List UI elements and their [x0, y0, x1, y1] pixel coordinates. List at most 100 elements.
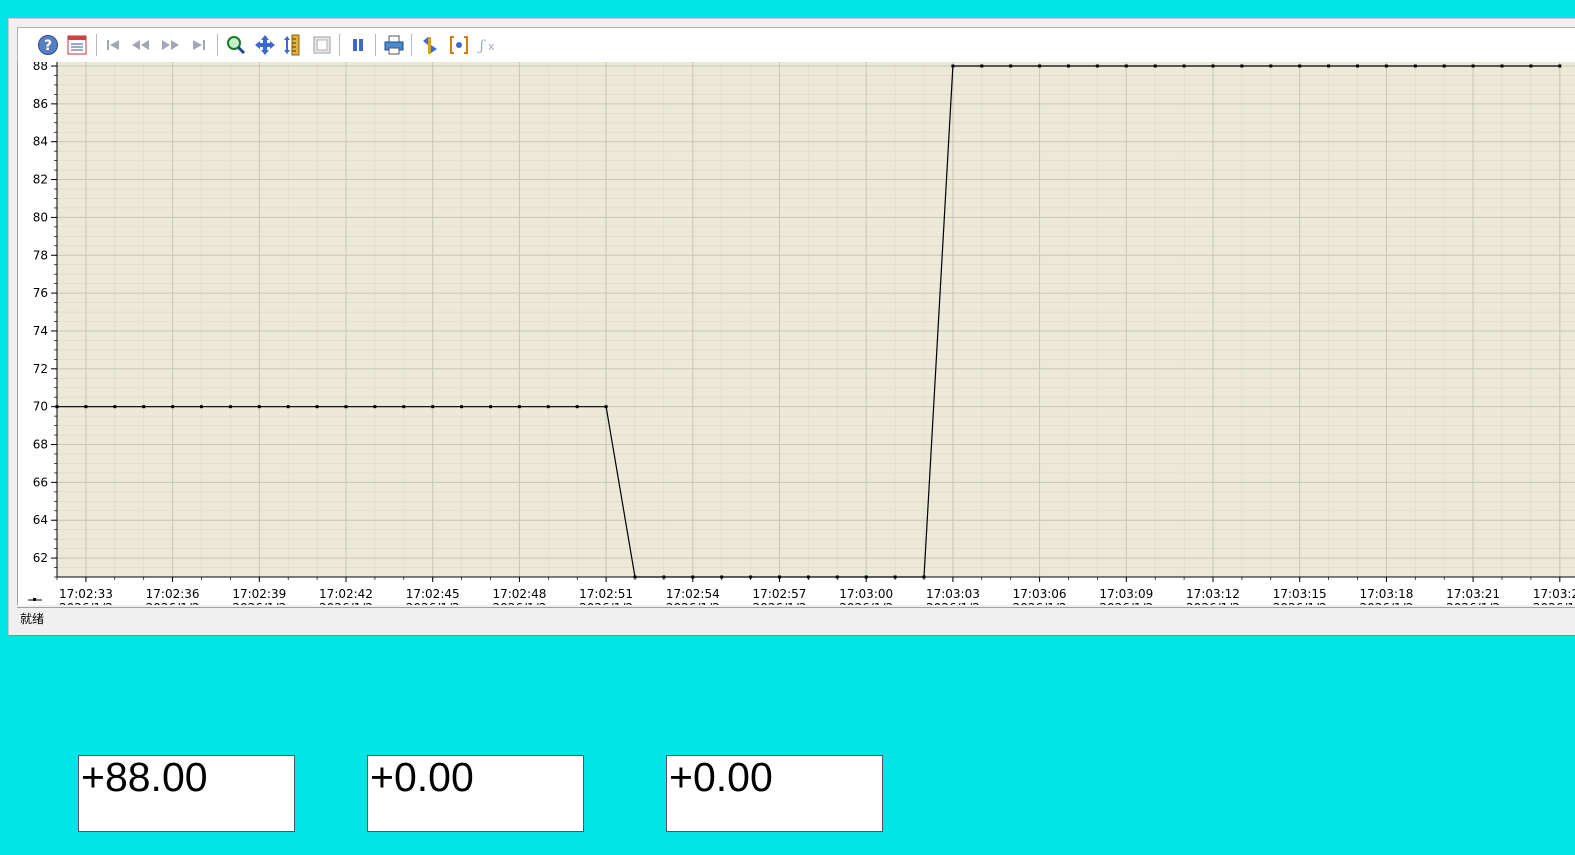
last-icon[interactable]	[186, 32, 212, 58]
svg-text:x: x	[488, 40, 495, 53]
data-point	[720, 575, 724, 579]
data-point	[1529, 64, 1533, 68]
zoom-icon[interactable]	[223, 32, 249, 58]
data-point	[893, 575, 897, 579]
help-icon[interactable]: ?	[35, 32, 61, 58]
x-tick-label: 2026/1/2	[319, 601, 373, 605]
x-tick-label: 2026/1/2	[492, 601, 546, 605]
x-tick-label: 2026/1/2	[1273, 601, 1327, 605]
bracket-icon[interactable]	[446, 32, 472, 58]
y-tick-label: 72	[33, 362, 48, 376]
legend-marker-dot	[33, 598, 36, 601]
ruler-icon[interactable]	[280, 32, 306, 58]
x-tick-label: 2026/1/2	[406, 601, 460, 605]
data-point	[1153, 64, 1157, 68]
data-point	[662, 575, 666, 579]
value-display-3: +0.00	[666, 754, 883, 832]
x-tick-label: 17:02:42	[319, 587, 373, 601]
value-display-text: +0.00	[370, 754, 474, 800]
x-tick-label: 17:02:54	[666, 587, 720, 601]
data-point	[286, 405, 290, 409]
data-point	[835, 575, 839, 579]
x-tick-label: 17:02:33	[59, 587, 113, 601]
x-tick-label: 2026/1/2	[146, 601, 200, 605]
data-point	[980, 64, 984, 68]
value-display-2: +0.00	[367, 754, 584, 832]
toolbar: ? ʃ x	[17, 27, 1575, 63]
x-tick-label: 2026/1/2	[1533, 601, 1575, 605]
data-point	[1356, 64, 1359, 68]
x-tick-label: 17:03:24	[1533, 587, 1575, 601]
data-point	[1095, 64, 1099, 68]
x-tick-label: 17:02:45	[406, 587, 460, 601]
x-tick-label: 17:02:51	[579, 587, 633, 601]
chart-canvas: 626466687072747678808284868817:02:332026…	[28, 62, 1575, 605]
table-icon[interactable]	[309, 32, 335, 58]
data-point	[402, 405, 406, 409]
data-point	[1038, 64, 1042, 68]
data-point	[257, 405, 261, 409]
data-point	[1067, 64, 1070, 68]
y-tick-label: 88	[33, 62, 48, 73]
first-icon[interactable]	[100, 32, 126, 58]
y-tick-label: 70	[33, 400, 48, 414]
data-point	[489, 405, 492, 409]
x-tick-label: 17:03:15	[1273, 587, 1327, 601]
forward-icon[interactable]	[157, 32, 183, 58]
x-tick-label: 2026/1/2	[59, 601, 113, 605]
x-tick-label: 17:02:39	[232, 587, 286, 601]
formula-icon[interactable]: ʃx	[475, 32, 501, 58]
x-tick-label: 17:03:21	[1446, 587, 1500, 601]
data-point	[113, 405, 117, 409]
data-point	[1413, 64, 1417, 68]
data-point	[315, 405, 319, 409]
x-tick-label: 2026/1/2	[926, 601, 980, 605]
data-point	[1240, 64, 1244, 68]
x-tick-label: 17:02:48	[492, 587, 546, 601]
x-tick-label: 17:03:09	[1099, 587, 1153, 601]
status-text: 就绪	[20, 612, 45, 626]
y-tick-label: 84	[33, 135, 48, 149]
x-tick-label: 17:02:36	[146, 587, 200, 601]
y-tick-label: 66	[33, 475, 48, 489]
trend-window: ? ʃ x 62 64 66 68 70 72 74 76 78 80 82 8…	[8, 18, 1575, 636]
x-tick-label: 17:03:03	[926, 587, 980, 601]
x-tick-label: 17:03:12	[1186, 587, 1240, 601]
data-point	[749, 575, 753, 579]
x-tick-label: 2026/1/2	[1446, 601, 1500, 605]
x-tick-label: 17:02:57	[753, 587, 807, 601]
print-icon[interactable]	[381, 32, 407, 58]
y-tick-label: 64	[33, 513, 48, 527]
x-tick-label: 17:03:00	[839, 587, 893, 601]
data-point	[778, 575, 781, 579]
properties-icon[interactable]	[64, 32, 90, 58]
swap-axis-icon[interactable]	[417, 32, 443, 58]
y-tick-label: 74	[33, 324, 48, 338]
data-point	[1009, 64, 1013, 68]
x-tick-label: 2026/1/2	[1099, 601, 1153, 605]
x-tick-label: 17:03:18	[1359, 587, 1413, 601]
value-display-1: +88.00	[78, 754, 295, 832]
x-tick-label: 2026/1/2	[1359, 601, 1413, 605]
x-tick-label: 17:03:06	[1013, 587, 1067, 601]
y-tick-label: 68	[33, 438, 48, 452]
data-point	[922, 575, 926, 579]
status-bar: 就绪	[17, 607, 1575, 628]
data-point	[1384, 64, 1388, 68]
data-point	[1211, 64, 1215, 68]
data-point	[171, 405, 175, 409]
trend-chart[interactable]: 626466687072747678808284868817:02:332026…	[17, 62, 1575, 605]
y-tick-label: 78	[33, 248, 48, 262]
data-point	[142, 405, 146, 409]
pause-icon[interactable]	[345, 32, 371, 58]
data-point	[1327, 64, 1331, 68]
pan-icon[interactable]	[252, 32, 278, 58]
data-point	[373, 405, 377, 409]
data-point	[806, 575, 810, 579]
data-point	[575, 405, 579, 409]
x-tick-label: 2026/1/2	[579, 601, 633, 605]
rewind-icon[interactable]	[128, 32, 154, 58]
y-tick-label: 76	[33, 286, 48, 300]
data-point	[1298, 64, 1302, 68]
x-tick-label: 2026/1/2	[753, 601, 807, 605]
